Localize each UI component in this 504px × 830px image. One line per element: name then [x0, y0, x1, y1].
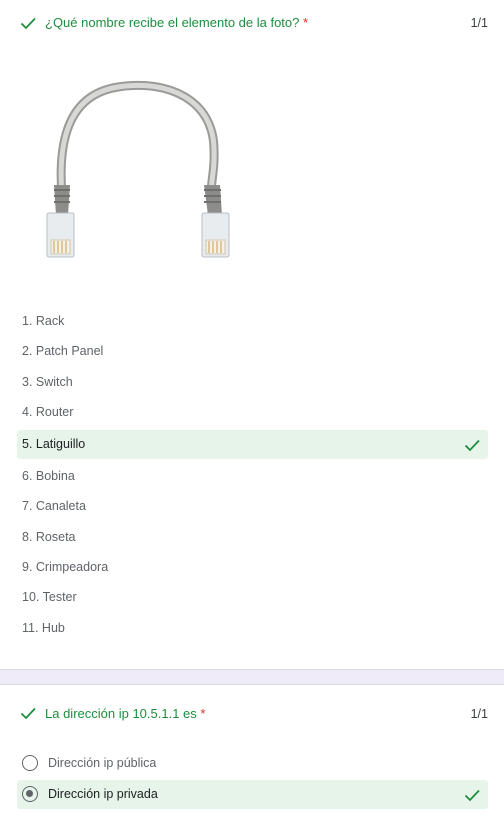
option-label: 4. Router: [22, 405, 74, 419]
question-title: La dirección ip 10.5.1.1 es *: [45, 706, 205, 721]
question-title: ¿Qué nombre recibe el elemento de la fot…: [45, 15, 308, 30]
correct-check-icon: [19, 704, 37, 722]
option-label: Dirección ip pública: [48, 756, 157, 770]
option-label: 10. Tester: [22, 590, 77, 604]
question-score: 1/1: [470, 16, 488, 30]
question-title-text: ¿Qué nombre recibe el elemento de la fot…: [45, 15, 300, 30]
option-label: Dirección ip privada: [48, 787, 158, 801]
option-label: 7. Canaleta: [22, 499, 86, 513]
question-card-1: ¿Qué nombre recibe el elemento de la fot…: [0, 0, 504, 670]
correct-answer-check-icon: [463, 786, 481, 804]
option-ip-publica[interactable]: Dirección ip pública: [17, 749, 488, 778]
option-tester: 10. Tester: [17, 583, 488, 612]
option-label: 2. Patch Panel: [22, 344, 104, 358]
option-crimpeadora: 9. Crimpeadora: [17, 553, 488, 582]
correct-answer-check-icon: [463, 436, 481, 454]
option-roseta: 8. Roseta: [17, 523, 488, 552]
required-asterisk: *: [200, 706, 206, 721]
option-canaleta: 7. Canaleta: [17, 492, 488, 521]
option-label: 1. Rack: [22, 314, 65, 328]
radio-button-checked[interactable]: [22, 786, 38, 802]
question-header: La dirección ip 10.5.1.1 es * 1/1: [0, 699, 504, 729]
option-patch-panel: 2. Patch Panel: [17, 337, 488, 366]
option-router: 4. Router: [17, 398, 488, 427]
option-label: 9. Crimpeadora: [22, 560, 109, 574]
question-header: ¿Qué nombre recibe el elemento de la fot…: [0, 8, 504, 38]
option-label: 8. Roseta: [22, 530, 76, 544]
option-hub: 11. Hub: [17, 614, 488, 643]
correct-check-icon: [19, 14, 37, 32]
option-bobina: 6. Bobina: [17, 462, 488, 491]
option-switch: 3. Switch: [17, 368, 488, 397]
question-score: 1/1: [470, 707, 488, 721]
option-label: 11. Hub: [22, 621, 65, 635]
question-title-text: La dirección ip 10.5.1.1 es: [45, 706, 197, 721]
option-rack: 1. Rack: [17, 307, 488, 336]
option-label: 6. Bobina: [22, 469, 75, 483]
option-latiguillo-correct: 5. Latiguillo: [17, 430, 488, 459]
ethernet-patch-cable-photo: [18, 55, 264, 280]
radio-button-unchecked[interactable]: [22, 755, 38, 771]
option-label: 5. Latiguillo: [22, 437, 86, 451]
question-card-2: La dirección ip 10.5.1.1 es * 1/1 Direcc…: [0, 684, 504, 830]
option-label: 3. Switch: [22, 375, 73, 389]
option-ip-privada-correct[interactable]: Dirección ip privada: [17, 780, 488, 809]
required-asterisk: *: [303, 15, 309, 30]
